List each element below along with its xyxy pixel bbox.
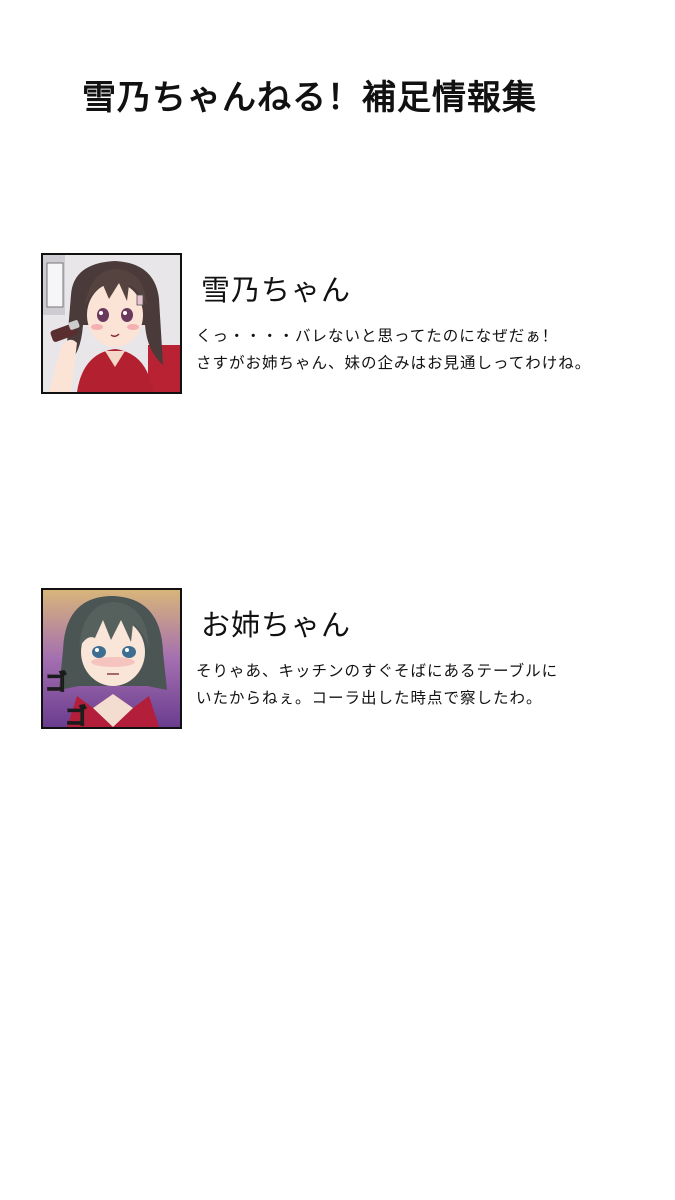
yukino-portrait (41, 253, 182, 394)
character-name: 雪乃ちゃん (201, 273, 352, 307)
description-line: さすがお姉ちゃん、妹の企みはお見通しってわけね。 (196, 354, 592, 372)
page-title: 雪乃ちゃんねる！補足情報集 (82, 78, 537, 118)
description-line: いたからねぇ。コーラ出した時点で察したわ。 (196, 689, 543, 707)
svg-text:ゴ: ゴ (65, 704, 87, 727)
description-line: くっ・・・・バレないと思ってたのになぜだぁ！ (196, 327, 559, 345)
oneechan-portrait: ゴ ゴ (41, 588, 182, 729)
character-entry-oneechan: ゴ ゴ お姉ちゃん そりゃあ、キッチンのすぐそばにあるテーブルに いたからねぇ。… (41, 588, 661, 733)
character-name: お姉ちゃん (201, 608, 352, 642)
description-line: そりゃあ、キッチンのすぐそばにあるテーブルに (196, 662, 559, 680)
svg-text:ゴ: ゴ (45, 670, 67, 696)
character-entry-yukino: 雪乃ちゃん くっ・・・・バレないと思ってたのになぜだぁ！ さすがお姉ちゃん、妹の… (41, 253, 661, 398)
character-description: そりゃあ、キッチンのすぐそばにあるテーブルに いたからねぇ。コーラ出した時点で察… (196, 658, 666, 712)
character-description: くっ・・・・バレないと思ってたのになぜだぁ！ さすがお姉ちゃん、妹の企みはお見通… (196, 323, 666, 377)
